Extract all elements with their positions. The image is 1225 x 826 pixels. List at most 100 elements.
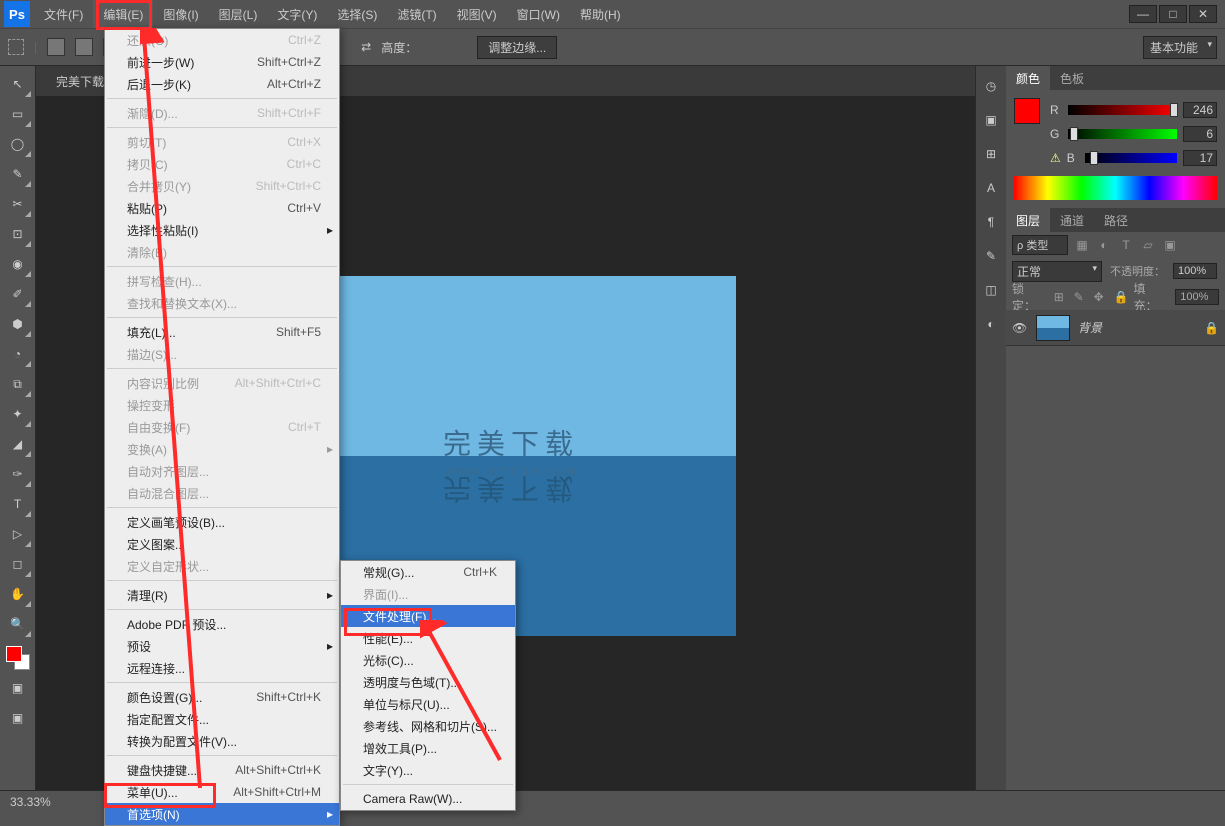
- filter-type-dropdown[interactable]: ρ 类型: [1012, 235, 1068, 255]
- menu-8[interactable]: 窗口(W): [507, 0, 570, 28]
- minimize-button[interactable]: —: [1129, 5, 1157, 23]
- menu-1[interactable]: 编辑(E): [93, 0, 153, 28]
- menu-item[interactable]: 首选项(N): [105, 803, 339, 825]
- menu-item[interactable]: 转换为配置文件(V)...: [105, 730, 339, 752]
- tab-layers[interactable]: 图层: [1006, 208, 1050, 232]
- quick-mask-icon[interactable]: ▣: [6, 676, 30, 700]
- selection-mode-add-icon[interactable]: [75, 38, 93, 56]
- menu-item[interactable]: Camera Raw(W)...: [341, 788, 515, 810]
- menu-item[interactable]: 单位与标尺(U)...: [341, 693, 515, 715]
- tool-17[interactable]: ✋: [6, 582, 30, 606]
- layer-row[interactable]: 👁 背景 🔒: [1006, 310, 1225, 346]
- tab-paths[interactable]: 路径: [1094, 208, 1138, 232]
- tool-3[interactable]: ✎: [6, 162, 30, 186]
- menu-9[interactable]: 帮助(H): [570, 0, 631, 28]
- lock-position-icon[interactable]: ✥: [1094, 290, 1108, 304]
- lock-all-icon[interactable]: 🔒: [1113, 290, 1127, 304]
- menu-5[interactable]: 选择(S): [327, 0, 387, 28]
- menu-item[interactable]: 定义图案...: [105, 533, 339, 555]
- properties-panel-icon[interactable]: ⊞: [981, 144, 1001, 164]
- brush-panel-icon[interactable]: ✎: [981, 246, 1001, 266]
- menu-2[interactable]: 图像(I): [153, 0, 208, 28]
- fill-value[interactable]: 100%: [1175, 289, 1219, 305]
- menu-item[interactable]: 性能(E)...: [341, 627, 515, 649]
- styles-panel-icon[interactable]: ◫: [981, 280, 1001, 300]
- tool-0[interactable]: ↖: [6, 72, 30, 96]
- zoom-level[interactable]: 33.33%: [10, 795, 51, 809]
- tool-18[interactable]: 🔍: [6, 612, 30, 636]
- history-panel-icon[interactable]: ◷: [981, 76, 1001, 96]
- tab-swatches[interactable]: 色板: [1050, 66, 1094, 90]
- blend-mode-dropdown[interactable]: 正常: [1012, 261, 1102, 282]
- r-slider[interactable]: [1068, 105, 1177, 115]
- menu-item[interactable]: 后退一步(K)Alt+Ctrl+Z: [105, 73, 339, 95]
- spectrum-bar[interactable]: [1014, 176, 1217, 200]
- foreground-color-swatch[interactable]: [1014, 98, 1040, 124]
- menu-6[interactable]: 滤镜(T): [387, 0, 446, 28]
- menu-item[interactable]: 选择性粘贴(I): [105, 219, 339, 241]
- menu-item[interactable]: 颜色设置(G)...Shift+Ctrl+K: [105, 686, 339, 708]
- menu-item[interactable]: 粘贴(P)Ctrl+V: [105, 197, 339, 219]
- close-button[interactable]: ✕: [1189, 5, 1217, 23]
- screen-mode-icon[interactable]: ▣: [6, 706, 30, 730]
- menu-item[interactable]: 填充(L)...Shift+F5: [105, 321, 339, 343]
- menu-item[interactable]: 光标(C)...: [341, 649, 515, 671]
- tool-7[interactable]: ✐: [6, 282, 30, 306]
- selection-mode-new-icon[interactable]: [47, 38, 65, 56]
- menu-item[interactable]: 指定配置文件...: [105, 708, 339, 730]
- lock-pixels-icon[interactable]: ✎: [1074, 290, 1088, 304]
- filter-shape-icon[interactable]: ▱: [1140, 237, 1156, 253]
- tool-12[interactable]: ◢: [6, 432, 30, 456]
- menu-item[interactable]: 参考线、网格和切片(S)...: [341, 715, 515, 737]
- menu-item[interactable]: 清理(R): [105, 584, 339, 606]
- tool-16[interactable]: ◻: [6, 552, 30, 576]
- menu-item[interactable]: 文件处理(F)...: [341, 605, 515, 627]
- tool-15[interactable]: ▷: [6, 522, 30, 546]
- tool-13[interactable]: ✑: [6, 462, 30, 486]
- tool-11[interactable]: ✦: [6, 402, 30, 426]
- g-slider[interactable]: [1068, 129, 1177, 139]
- color-swatch[interactable]: [6, 646, 30, 670]
- actions-panel-icon[interactable]: ▣: [981, 110, 1001, 130]
- tool-14[interactable]: T: [6, 492, 30, 516]
- swap-icon[interactable]: ⇄: [361, 40, 371, 54]
- menu-item[interactable]: 常规(G)...Ctrl+K: [341, 561, 515, 583]
- maximize-button[interactable]: □: [1159, 5, 1187, 23]
- menu-item[interactable]: 预设: [105, 635, 339, 657]
- menu-item[interactable]: 增效工具(P)...: [341, 737, 515, 759]
- tool-10[interactable]: ⧉: [6, 372, 30, 396]
- filter-adjust-icon[interactable]: ◐: [1096, 237, 1112, 253]
- g-value[interactable]: 6: [1183, 126, 1217, 142]
- menu-item[interactable]: 菜单(U)...Alt+Shift+Ctrl+M: [105, 781, 339, 803]
- menu-item[interactable]: 文字(Y)...: [341, 759, 515, 781]
- tool-9[interactable]: ◔: [6, 342, 30, 366]
- workspace-preset-dropdown[interactable]: 基本功能: [1143, 36, 1217, 59]
- layer-thumbnail[interactable]: [1036, 315, 1070, 341]
- menu-item[interactable]: 透明度与色域(T)...: [341, 671, 515, 693]
- refine-edge-button[interactable]: 调整边缘...: [477, 36, 557, 59]
- menu-item[interactable]: 前进一步(W)Shift+Ctrl+Z: [105, 51, 339, 73]
- menu-item[interactable]: Adobe PDF 预设...: [105, 613, 339, 635]
- tool-6[interactable]: ◉: [6, 252, 30, 276]
- menu-item[interactable]: 远程连接...: [105, 657, 339, 679]
- tool-5[interactable]: ⊡: [6, 222, 30, 246]
- r-value[interactable]: 246: [1183, 102, 1217, 118]
- menu-0[interactable]: 文件(F): [34, 0, 93, 28]
- opacity-value[interactable]: 100%: [1173, 263, 1217, 279]
- adjustments-panel-icon[interactable]: ◐: [981, 314, 1001, 334]
- tool-4[interactable]: ✂: [6, 192, 30, 216]
- b-slider[interactable]: [1085, 153, 1177, 163]
- filter-smart-icon[interactable]: ▣: [1162, 237, 1178, 253]
- lock-transparent-icon[interactable]: ⊞: [1054, 290, 1068, 304]
- paragraph-panel-icon[interactable]: ¶: [981, 212, 1001, 232]
- char-panel-icon[interactable]: A: [981, 178, 1001, 198]
- filter-pixel-icon[interactable]: ▦: [1074, 237, 1090, 253]
- tab-color[interactable]: 颜色: [1006, 66, 1050, 90]
- tool-8[interactable]: ⬢: [6, 312, 30, 336]
- menu-7[interactable]: 视图(V): [447, 0, 507, 28]
- menu-3[interactable]: 图层(L): [209, 0, 268, 28]
- tab-channels[interactable]: 通道: [1050, 208, 1094, 232]
- filter-text-icon[interactable]: T: [1118, 237, 1134, 253]
- menu-4[interactable]: 文字(Y): [267, 0, 327, 28]
- menu-item[interactable]: 定义画笔预设(B)...: [105, 511, 339, 533]
